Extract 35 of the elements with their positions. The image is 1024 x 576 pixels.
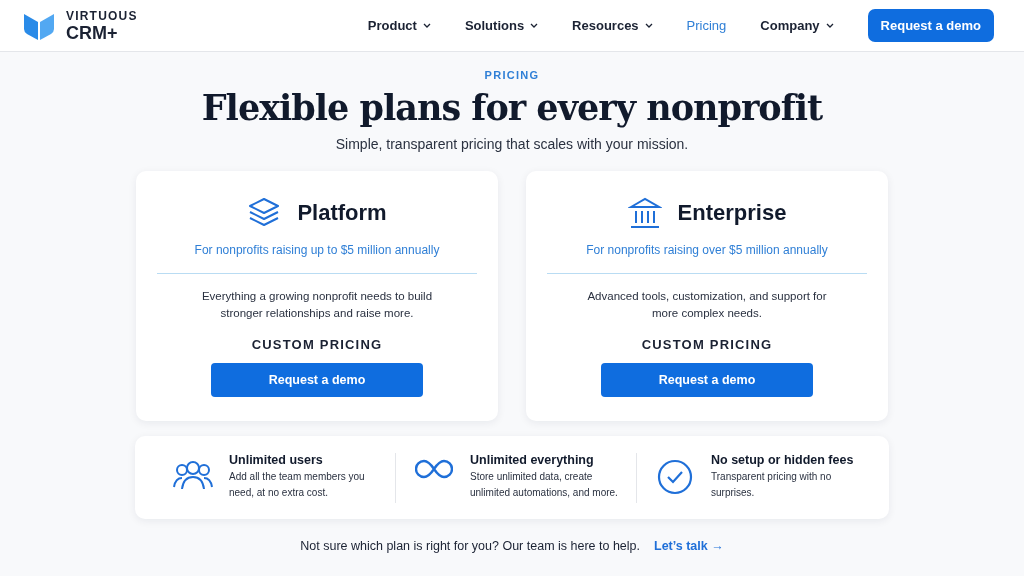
- book-logo-icon: [24, 11, 54, 40]
- check-circle-icon: [657, 458, 693, 495]
- infinity-icon: [415, 458, 453, 479]
- page-subtitle: Simple, transparent pricing that scales with your mission.: [335, 136, 689, 152]
- request-demo-button[interactable]: Request a demo: [601, 363, 813, 397]
- request-demo-button[interactable]: Request a demo: [867, 9, 994, 42]
- feature-description: Transparent pricing with no surprises.: [711, 469, 833, 500]
- nav-link[interactable]: Company: [760, 18, 834, 33]
- nav-link[interactable]: Solutions: [464, 18, 539, 33]
- plan-description: Advanced tools, customization, and support for more complex needs.: [586, 289, 828, 321]
- brand-name: VIRTUOUS: [66, 9, 138, 22]
- plan-price: CUSTOM PRICING: [641, 337, 773, 352]
- plan-audience: For nonprofits raising up to $5 million annually: [194, 243, 440, 257]
- nav-link[interactable]: Resources: [572, 18, 653, 33]
- plan-name: Enterprise: [677, 200, 787, 226]
- help-text: Not sure which plan is right for you? Our team is here to help.: [300, 539, 640, 553]
- feature-title: Unlimited everything: [470, 452, 595, 467]
- layers-icon: [247, 197, 282, 229]
- nav-link[interactable]: Pricing: [686, 18, 727, 33]
- plan-name: Platform: [297, 200, 387, 226]
- section-eyebrow: PRICING: [484, 69, 540, 81]
- feature-description: Add all the team members you need, at no extra cost.: [229, 469, 366, 500]
- feature-title: No setup or hidden fees: [711, 452, 855, 467]
- feature-description: Store unlimited data, create unlimited automations, and more.: [470, 469, 619, 500]
- page-title: Flexible plans for every nonprofit: [201, 87, 823, 128]
- lets-talk-link[interactable]: Let’s talk →: [654, 539, 724, 553]
- plan-audience: For nonprofits raising over $5 million annually: [586, 243, 828, 257]
- brand-product: CRM+: [66, 23, 119, 42]
- feature-title: Unlimited users: [229, 452, 324, 467]
- users-icon: [172, 458, 214, 491]
- nav-link[interactable]: Product: [367, 18, 431, 33]
- plan-description: Everything a growing nonprofit needs to build stronger relationships and raise more.: [200, 289, 434, 321]
- bank-icon: [627, 197, 662, 229]
- request-demo-button[interactable]: Request a demo: [211, 363, 423, 397]
- plan-price: CUSTOM PRICING: [251, 337, 383, 352]
